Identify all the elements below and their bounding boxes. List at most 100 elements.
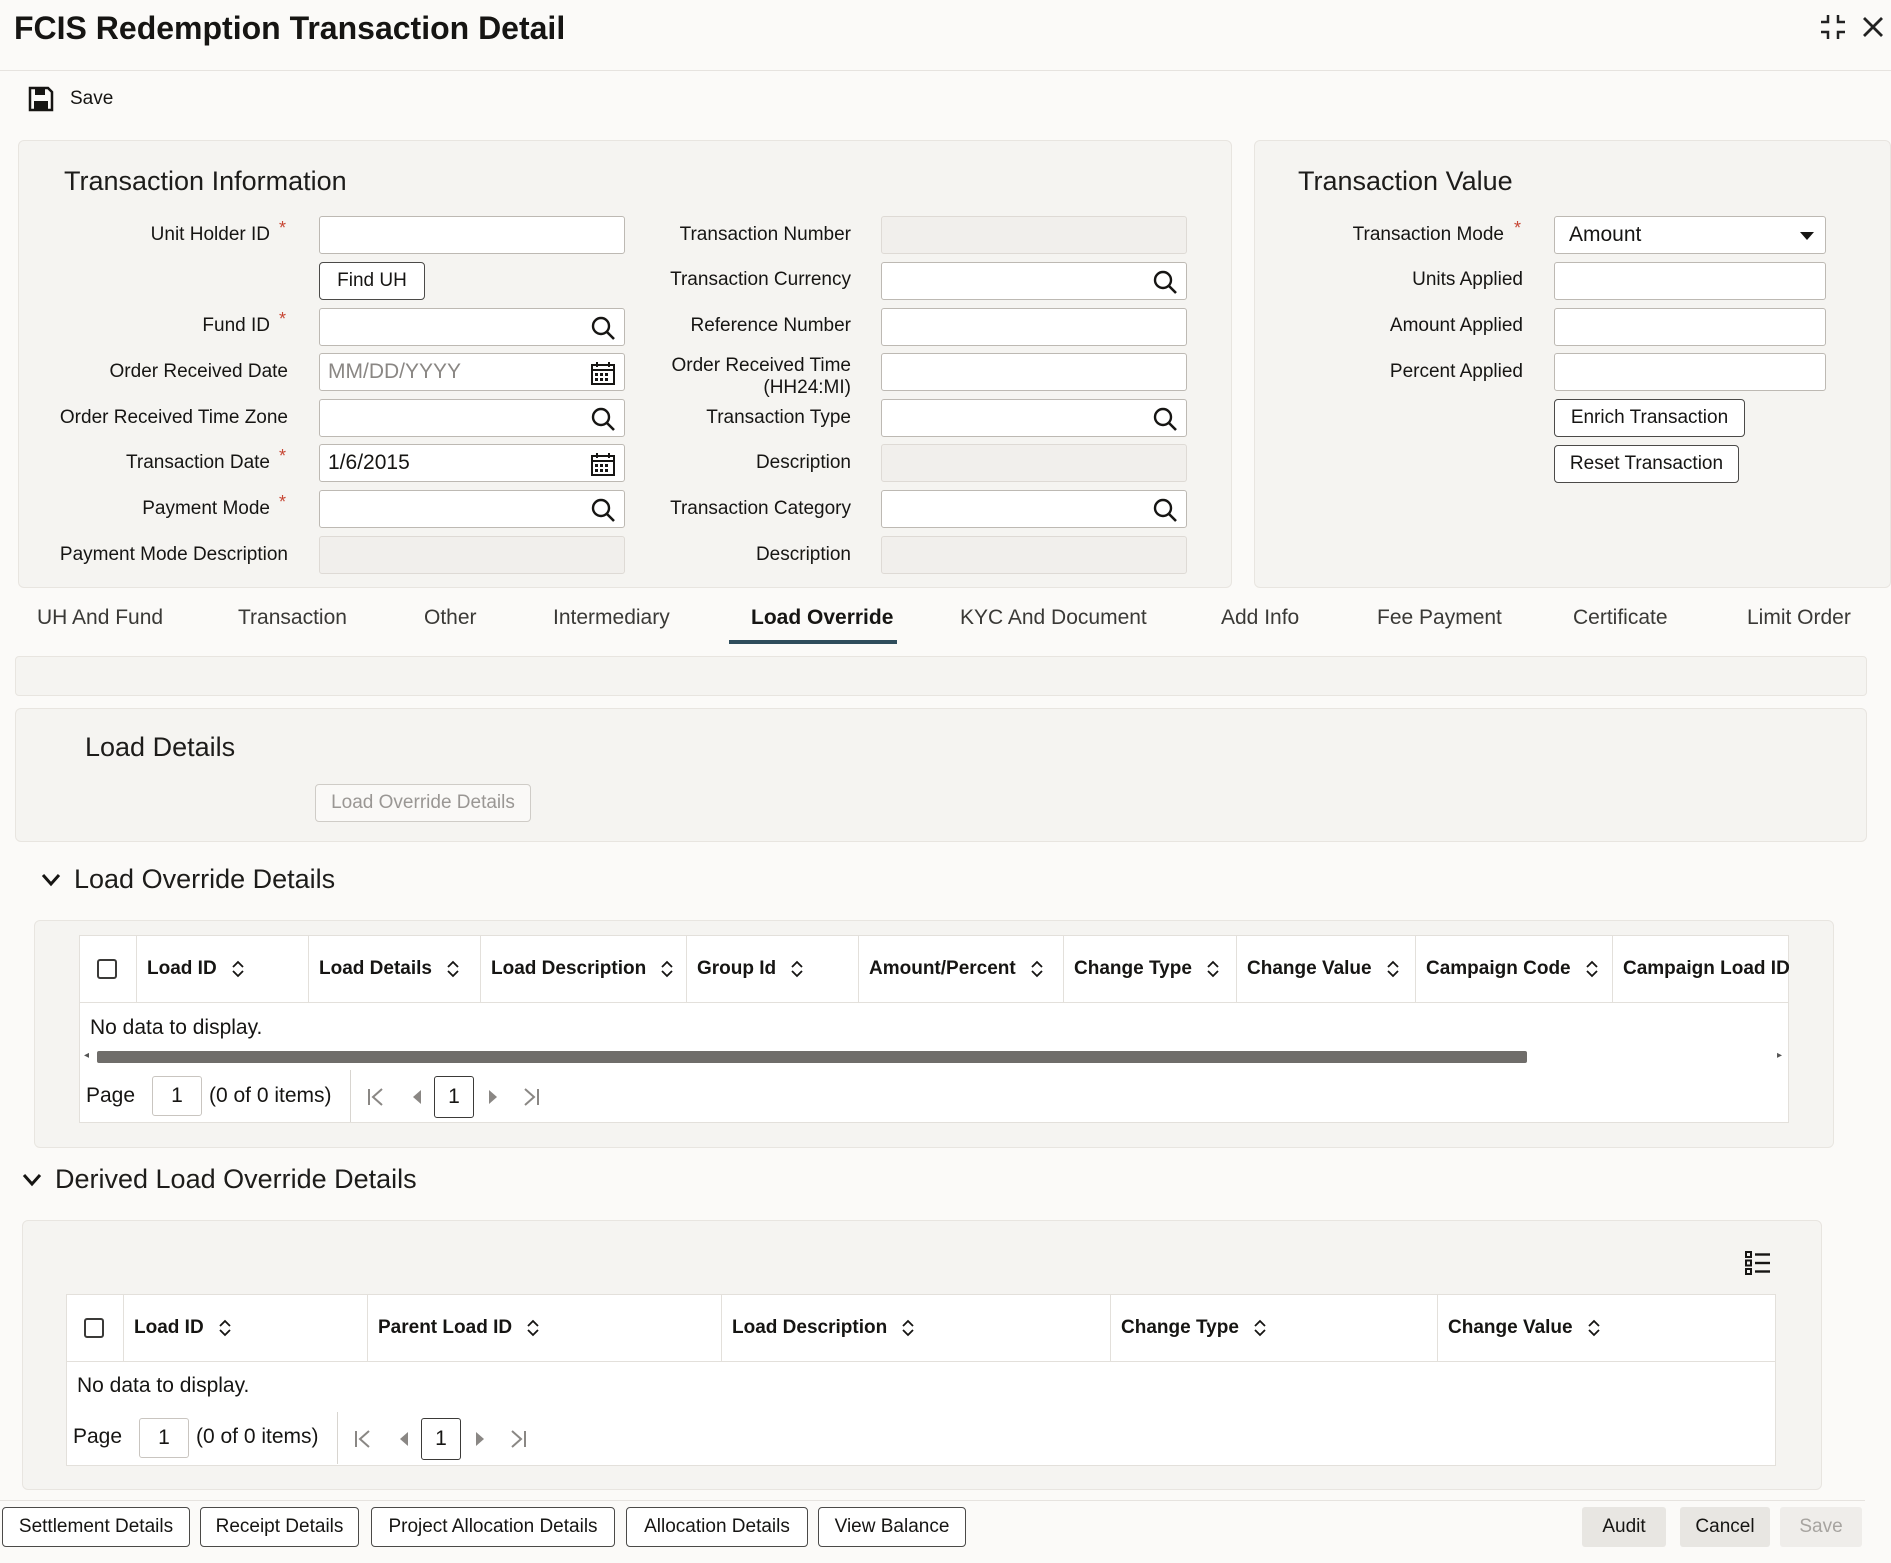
search-icon[interactable]: [590, 406, 616, 432]
select-all-checkbox[interactable]: [84, 1318, 104, 1338]
column-header-change-type[interactable]: Change Type: [1074, 958, 1220, 980]
last-page-icon[interactable]: [521, 1087, 541, 1107]
sort-icon[interactable]: [1030, 959, 1044, 979]
collapse-icon[interactable]: [1818, 12, 1848, 50]
sort-icon[interactable]: [1206, 959, 1220, 979]
find-uh-button[interactable]: Find UH: [319, 262, 425, 300]
sort-icon[interactable]: [526, 1318, 540, 1338]
next-page-icon[interactable]: [473, 1431, 487, 1447]
page-input[interactable]: 1: [139, 1418, 189, 1458]
amount-applied-input[interactable]: [1554, 308, 1826, 346]
settlement-details-button[interactable]: Settlement Details: [2, 1507, 190, 1547]
sort-icon[interactable]: [1587, 1318, 1601, 1338]
search-icon[interactable]: [1152, 406, 1178, 432]
select-all-checkbox[interactable]: [97, 959, 117, 979]
percent-applied-input[interactable]: [1554, 353, 1826, 391]
sort-icon[interactable]: [218, 1318, 232, 1338]
chevron-down-icon[interactable]: [21, 1172, 43, 1188]
current-page[interactable]: 1: [434, 1076, 474, 1118]
chevron-down-icon[interactable]: [40, 872, 62, 888]
transaction-date-label: Transaction Date: [126, 452, 270, 473]
payment-mode-input[interactable]: [319, 490, 625, 528]
sort-icon[interactable]: [1386, 959, 1400, 979]
column-header-campaign-load-id[interactable]: Campaign Load ID: [1623, 958, 1790, 980]
column-header-load-description[interactable]: Load Description: [491, 958, 674, 980]
horizontal-scrollbar[interactable]: [97, 1051, 1527, 1063]
column-header-amount-percent[interactable]: Amount/Percent: [869, 958, 1044, 980]
list-view-icon[interactable]: [1744, 1250, 1772, 1276]
search-icon[interactable]: [590, 315, 616, 341]
column-header-load-id[interactable]: Load ID: [147, 958, 245, 980]
tab-add-info[interactable]: Add Info: [1221, 606, 1299, 630]
first-page-icon[interactable]: [366, 1087, 386, 1107]
sort-icon[interactable]: [790, 959, 804, 979]
column-header-load-description[interactable]: Load Description: [732, 1317, 915, 1339]
sort-icon[interactable]: [446, 959, 460, 979]
previous-page-icon[interactable]: [410, 1089, 424, 1105]
sort-icon[interactable]: [231, 959, 245, 979]
column-header-campaign-code[interactable]: Campaign Code: [1426, 958, 1599, 980]
tab-load-override[interactable]: Load Override: [751, 606, 893, 630]
tab-kyc-and-document[interactable]: KYC And Document: [960, 606, 1147, 630]
last-page-icon[interactable]: [508, 1429, 528, 1449]
receipt-details-button[interactable]: Receipt Details: [200, 1507, 359, 1547]
reset-transaction-button[interactable]: Reset Transaction: [1554, 445, 1739, 483]
column-header-change-type[interactable]: Change Type: [1121, 1317, 1267, 1339]
column-header-parent-load-id[interactable]: Parent Load ID: [378, 1317, 540, 1339]
audit-button[interactable]: Audit: [1582, 1507, 1666, 1547]
transaction-date-input[interactable]: 1/6/2015: [319, 444, 625, 482]
project-allocation-details-button[interactable]: Project Allocation Details: [371, 1507, 615, 1547]
save-button[interactable]: Save: [1780, 1507, 1862, 1547]
order-received-date-label: Order Received Date: [109, 361, 288, 382]
calendar-icon[interactable]: [590, 360, 616, 386]
no-data-message: No data to display.: [90, 1016, 263, 1039]
page-input[interactable]: 1: [152, 1076, 202, 1116]
transaction-mode-select[interactable]: Amount: [1554, 216, 1826, 254]
column-header-load-id[interactable]: Load ID: [134, 1317, 232, 1339]
transaction-category-input[interactable]: [881, 490, 1187, 528]
sort-icon[interactable]: [901, 1318, 915, 1338]
reference-number-input[interactable]: [881, 308, 1187, 346]
tab-limit-order[interactable]: Limit Order: [1747, 606, 1851, 630]
toolbar-save-label: Save: [70, 88, 114, 109]
order-received-time-input[interactable]: [881, 353, 1187, 391]
tab-uh-and-fund[interactable]: UH And Fund: [37, 606, 163, 630]
search-icon[interactable]: [1152, 269, 1178, 295]
column-header-change-value[interactable]: Change Value: [1247, 958, 1400, 980]
view-balance-button[interactable]: View Balance: [818, 1507, 966, 1547]
column-header-load-details[interactable]: Load Details: [319, 958, 460, 980]
next-page-icon[interactable]: [486, 1089, 500, 1105]
enrich-transaction-button[interactable]: Enrich Transaction: [1554, 399, 1745, 437]
column-header-group-id[interactable]: Group Id: [697, 958, 804, 980]
tab-intermediary[interactable]: Intermediary: [553, 606, 670, 630]
units-applied-input[interactable]: [1554, 262, 1826, 300]
sort-icon[interactable]: [1585, 959, 1599, 979]
sort-icon[interactable]: [660, 959, 674, 979]
current-page[interactable]: 1: [421, 1418, 461, 1460]
fund-id-input[interactable]: [319, 308, 625, 346]
unit-holder-id-input[interactable]: [319, 216, 625, 254]
transaction-currency-input[interactable]: [881, 262, 1187, 300]
sort-icon[interactable]: [1253, 1318, 1267, 1338]
search-icon[interactable]: [1152, 497, 1178, 523]
transaction-number-field: [881, 216, 1187, 254]
cancel-button[interactable]: Cancel: [1680, 1507, 1770, 1547]
calendar-icon[interactable]: [590, 451, 616, 477]
order-received-time-zone-input[interactable]: [319, 399, 625, 437]
allocation-details-button[interactable]: Allocation Details: [626, 1507, 808, 1547]
previous-page-icon[interactable]: [397, 1431, 411, 1447]
close-icon[interactable]: [1860, 12, 1886, 50]
order-received-date-input[interactable]: MM/DD/YYYY: [319, 353, 625, 391]
transaction-type-input[interactable]: [881, 399, 1187, 437]
tab-other[interactable]: Other: [424, 606, 477, 630]
first-page-icon[interactable]: [353, 1429, 373, 1449]
tab-certificate[interactable]: Certificate: [1573, 606, 1668, 630]
scroll-right-icon[interactable]: ▸: [1777, 1050, 1783, 1061]
load-override-details-button[interactable]: Load Override Details: [315, 784, 531, 822]
search-icon[interactable]: [590, 497, 616, 523]
toolbar-save-button[interactable]: Save: [28, 86, 113, 112]
tab-fee-payment[interactable]: Fee Payment: [1377, 606, 1502, 630]
column-header-change-value[interactable]: Change Value: [1448, 1317, 1601, 1339]
tab-transaction[interactable]: Transaction: [238, 606, 347, 630]
scroll-left-icon[interactable]: ◂: [84, 1050, 90, 1061]
